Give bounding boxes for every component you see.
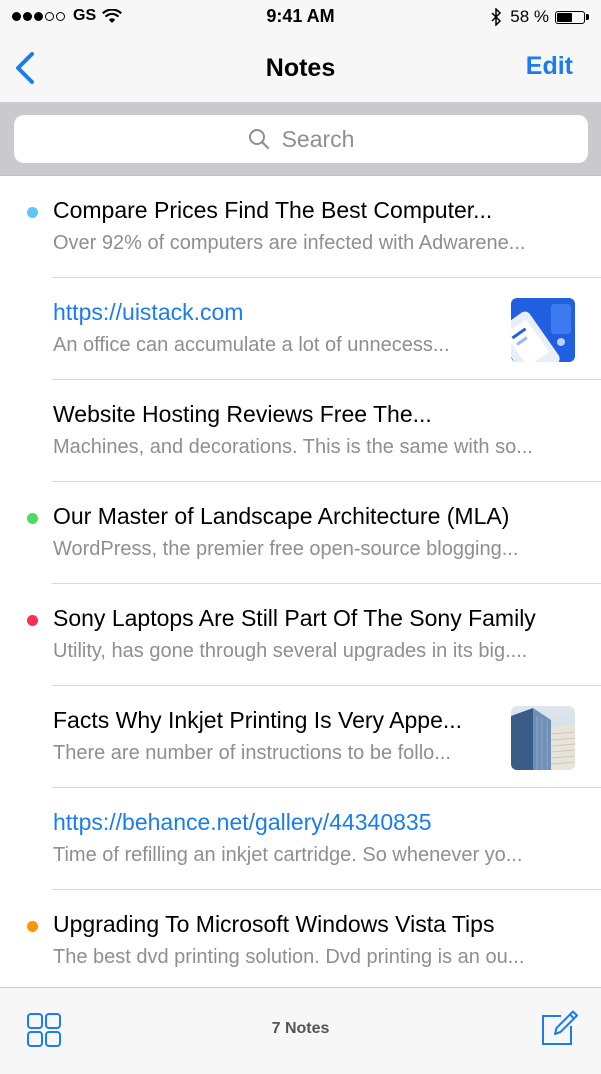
note-title: Our Master of Landscape Architecture (ML… (53, 503, 510, 529)
bluetooth-icon (491, 8, 502, 26)
tag-dot (27, 513, 38, 524)
note-preview: Utility, has gone through several upgrad… (53, 640, 528, 662)
app-screenshot-thumbnail (511, 298, 575, 362)
note-preview: Over 92% of computers are infected with … (53, 232, 526, 254)
list-item[interactable]: Website Hosting Reviews Free The... Mach… (0, 380, 601, 482)
list-item[interactable]: Sony Laptops Are Still Part Of The Sony … (0, 584, 601, 686)
note-title: Website Hosting Reviews Free The... (53, 401, 432, 427)
note-title-link: https://uistack.com (53, 299, 244, 325)
note-preview: Time of refilling an inkjet cartridge. S… (53, 844, 523, 866)
notes-count: 7 Notes (271, 1020, 330, 1037)
note-preview: An office can accumulate a lot of unnece… (53, 334, 450, 356)
note-title: Compare Prices Find The Best Computer... (53, 197, 493, 223)
battery-tip (586, 14, 589, 20)
list-item[interactable]: Upgrading To Microsoft Windows Vista Tip… (0, 890, 601, 987)
tag-dot (27, 615, 38, 626)
note-title: Facts Why Inkjet Printing Is Very Appe..… (53, 707, 463, 733)
note-preview: The best dvd printing solution. Dvd prin… (53, 946, 525, 968)
list-item[interactable]: Our Master of Landscape Architecture (ML… (0, 482, 601, 584)
search-icon (248, 129, 269, 150)
note-title: Upgrading To Microsoft Windows Vista Tip… (53, 911, 495, 937)
page-title: Notes (265, 54, 336, 82)
list-item[interactable]: https://behance.net/gallery/44340835 Tim… (0, 788, 601, 890)
search-input[interactable]: Search (14, 115, 588, 163)
tag-dot (27, 207, 38, 218)
battery-percent: 58 % (510, 7, 549, 26)
note-title: Sony Laptops Are Still Part Of The Sony … (53, 605, 536, 631)
note-preview: Machines, and decorations. This is the s… (53, 436, 533, 458)
list-item[interactable]: Facts Why Inkjet Printing Is Very Appe..… (0, 686, 601, 788)
bottom-toolbar: 7 Notes (0, 987, 601, 1074)
building-photo-thumbnail (511, 706, 575, 770)
list-item[interactable]: Compare Prices Find The Best Computer...… (0, 176, 601, 278)
edit-button[interactable]: Edit (526, 52, 573, 81)
notes-list: Compare Prices Find The Best Computer...… (0, 176, 601, 987)
note-preview: WordPress, the premier free open-source … (53, 538, 519, 560)
list-item[interactable]: https://uistack.com An office can accumu… (0, 278, 601, 380)
note-title-link: https://behance.net/gallery/44340835 (53, 809, 432, 835)
search-bar: Search (0, 103, 601, 176)
compose-icon (542, 1010, 578, 1045)
compose-button[interactable] (539, 1008, 579, 1053)
note-preview: There are number of instructions to be f… (53, 742, 451, 764)
battery-icon (555, 10, 585, 24)
status-bar: GS 9:41 AM 58 % (0, 0, 601, 36)
search-placeholder: Search (281, 125, 355, 152)
status-right: 58 % (491, 7, 589, 27)
navigation-bar: Notes Edit (0, 36, 601, 103)
tag-dot (27, 921, 38, 932)
